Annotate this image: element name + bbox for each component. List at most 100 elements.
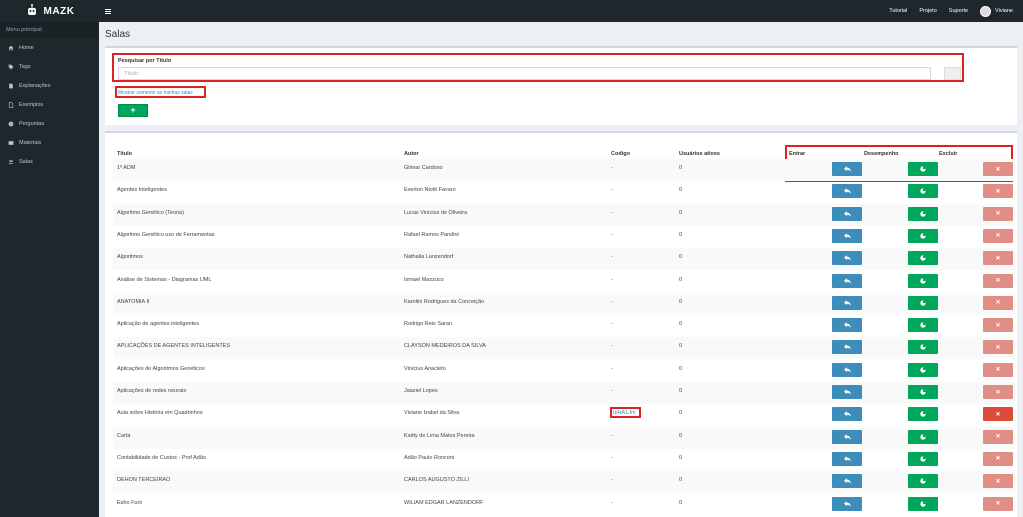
table-row: Aplicações de redes neurais Jaaziel Lopes… (113, 382, 1015, 404)
sidebar-item-label: Materiais (19, 139, 42, 146)
enter-room-button[interactable] (832, 451, 862, 466)
sidebar-item-exemplos[interactable]: Exemplos (0, 95, 99, 114)
performance-button[interactable] (908, 251, 938, 266)
reply-arrow-icon (843, 344, 851, 351)
reply-arrow-icon (843, 433, 851, 440)
active-users-count: 0 (679, 388, 683, 394)
enter-room-button[interactable] (832, 340, 862, 355)
room-title: Aplicações de redes neurais (117, 388, 187, 394)
sidebar-item-materiais[interactable]: Materiais (0, 133, 99, 152)
header-delete: Excluir (939, 151, 958, 157)
reply-arrow-icon (843, 210, 851, 217)
delete-room-button[interactable]: ✕ (983, 251, 1013, 266)
top-navbar: Tutorial Projeto Suporte Viviane (99, 0, 1023, 22)
performance-button[interactable] (908, 206, 938, 221)
enter-room-button[interactable] (832, 362, 862, 377)
enter-room-button[interactable] (832, 496, 862, 511)
reply-arrow-icon (843, 411, 851, 418)
delete-room-button[interactable]: ✕ (983, 295, 1013, 310)
performance-button[interactable] (908, 295, 938, 310)
performance-button[interactable] (908, 228, 938, 243)
room-code: - (611, 388, 613, 394)
delete-room-button[interactable]: ✕ (983, 206, 1013, 221)
performance-button[interactable] (908, 451, 938, 466)
enter-room-button[interactable] (832, 318, 862, 333)
delete-room-button[interactable]: ✕ (983, 228, 1013, 243)
search-panel: Pesquisar por Título Mostrar somente as … (105, 46, 1017, 125)
close-icon: ✕ (995, 456, 1001, 463)
performance-button[interactable] (908, 184, 938, 199)
room-code: - (611, 321, 613, 328)
sidebar-item-explanacoes[interactable]: Explanações (0, 76, 99, 95)
sidebar-item-perguntas[interactable]: ? Perguntas (0, 114, 99, 133)
delete-room-button[interactable]: ✕ (983, 429, 1013, 444)
user-menu[interactable]: Viviane (980, 5, 1013, 17)
enter-room-button[interactable] (832, 206, 862, 221)
sidebar-item-salas[interactable]: Salas (0, 152, 99, 171)
table-row: Agentes Inteligentes Everton Niotti Favar… (113, 181, 1015, 203)
delete-room-button[interactable]: ✕ (983, 318, 1013, 333)
delete-room-button[interactable]: ✕ (983, 184, 1013, 199)
enter-room-button[interactable] (832, 407, 862, 422)
header-performance: Desempenho (864, 151, 899, 157)
delete-room-button[interactable]: ✕ (983, 162, 1013, 176)
search-button[interactable] (944, 67, 961, 80)
room-author: Rodrigo Reis Saran (404, 321, 452, 328)
delete-room-button[interactable]: ✕ (983, 474, 1013, 489)
enter-room-button[interactable] (832, 295, 862, 310)
support-link[interactable]: Suporte (949, 8, 968, 14)
delete-room-button[interactable]: ✕ (983, 273, 1013, 288)
sidebar-item-home[interactable]: Home (0, 38, 99, 57)
search-input[interactable] (118, 67, 931, 80)
delete-room-button[interactable]: ✕ (983, 362, 1013, 377)
enter-room-button[interactable] (832, 273, 862, 288)
performance-button[interactable] (908, 429, 938, 444)
room-author: Gilmar Cardoso (404, 165, 443, 171)
app-logo[interactable]: MAZK (0, 0, 99, 22)
active-users-count: 0 (679, 209, 683, 216)
table-row: Algoritmos Nathalia Lanzendorf - 0 ✕ (113, 248, 1015, 271)
close-icon: ✕ (995, 411, 1001, 418)
performance-button[interactable] (908, 362, 938, 377)
pie-chart-icon (920, 166, 926, 172)
performance-button[interactable] (908, 385, 938, 399)
room-code: - (611, 499, 613, 506)
enter-room-button[interactable] (832, 474, 862, 489)
room-code: - (611, 209, 613, 216)
enter-room-button[interactable] (832, 429, 862, 444)
performance-button[interactable] (908, 474, 938, 489)
page-title: Salas (105, 29, 131, 40)
pie-chart-icon (920, 366, 926, 373)
performance-button[interactable] (908, 162, 938, 176)
show-my-rooms-link[interactable]: Mostrar somente as minhas salas (118, 90, 193, 96)
reply-arrow-icon (843, 389, 851, 395)
sidebar-item-tags[interactable]: Tags (0, 57, 99, 76)
hamburger-menu-icon[interactable] (105, 8, 111, 14)
delete-room-button[interactable]: ✕ (983, 340, 1013, 355)
delete-room-button[interactable]: ✕ (983, 451, 1013, 466)
performance-button[interactable] (908, 318, 938, 333)
active-users-count: 0 (679, 477, 683, 484)
room-author: CARLOS AUGUSTO ZILLI (404, 477, 470, 484)
performance-button[interactable] (908, 273, 938, 288)
room-title: APLICAÇÕES DE AGENTES INTELIGENTES (117, 343, 231, 350)
room-title: Análise de Sistemas - Diagramas UML (117, 276, 212, 283)
delete-room-button[interactable]: ✕ (983, 407, 1013, 422)
enter-room-button[interactable] (832, 228, 862, 243)
reply-arrow-icon (843, 456, 851, 462)
add-room-button[interactable]: + (118, 104, 148, 117)
performance-button[interactable] (908, 340, 938, 355)
enter-room-button[interactable] (832, 385, 862, 399)
performance-button[interactable] (908, 407, 938, 422)
delete-room-button[interactable]: ✕ (983, 496, 1013, 511)
room-title: Carta (117, 432, 131, 439)
enter-room-button[interactable] (832, 251, 862, 266)
active-users-count: 0 (679, 499, 683, 506)
pie-chart-icon (920, 389, 926, 395)
delete-room-button[interactable]: ✕ (983, 385, 1013, 399)
project-link[interactable]: Projeto (919, 8, 936, 14)
performance-button[interactable] (908, 496, 938, 511)
enter-room-button[interactable] (832, 184, 862, 199)
enter-room-button[interactable] (832, 162, 862, 176)
tutorial-link[interactable]: Tutorial (889, 8, 907, 14)
